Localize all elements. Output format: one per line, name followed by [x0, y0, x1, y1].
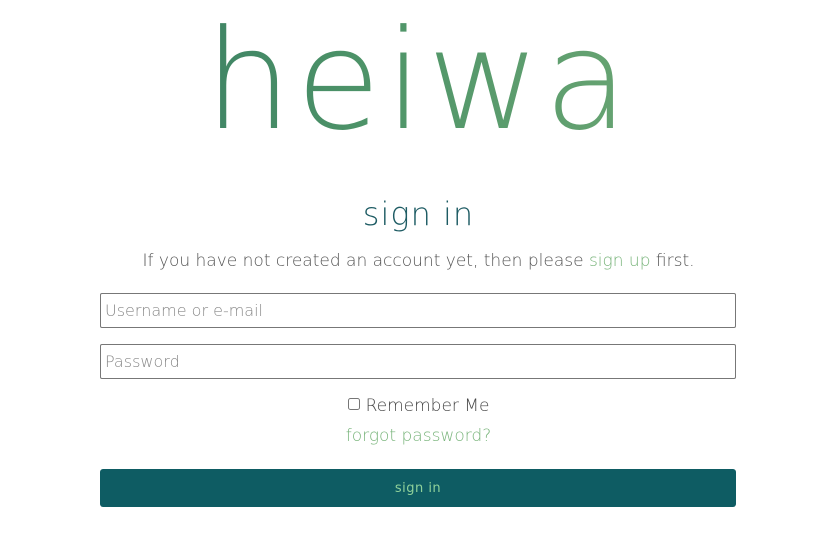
- forgot-password: forgot password?: [0, 426, 837, 446]
- signup-link[interactable]: sign up: [589, 251, 651, 271]
- remember-me-label[interactable]: Remember Me: [366, 396, 490, 416]
- forgot-password-link[interactable]: forgot password?: [346, 426, 491, 446]
- heiwa-logo: heiwa: [0, 6, 837, 156]
- sign-in-button[interactable]: sign in: [100, 469, 736, 507]
- remember-me: Remember Me: [0, 396, 837, 416]
- remember-me-checkbox[interactable]: [347, 398, 360, 410]
- username-input[interactable]: [100, 293, 736, 328]
- signup-prompt-text-before: If you have not created an account yet, …: [142, 251, 589, 271]
- page-title: sign in: [362, 195, 475, 233]
- signup-prompt: If you have not created an account yet, …: [0, 251, 837, 271]
- signup-prompt-text-after: first.: [650, 251, 695, 271]
- password-input[interactable]: [100, 344, 736, 379]
